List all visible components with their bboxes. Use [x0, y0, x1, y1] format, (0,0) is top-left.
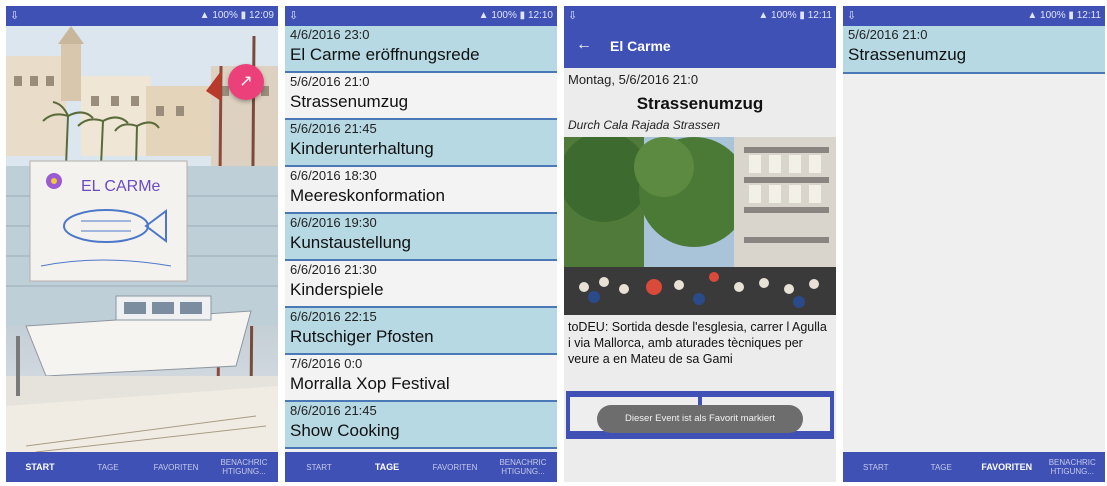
battery-icon: ▮ [1068, 10, 1074, 21]
toast-message: Dieser Event ist als Favorit markiert [597, 405, 803, 433]
battery-icon: ▮ [519, 10, 526, 21]
signal-icon: ▲ [758, 10, 769, 21]
status-bar: ⇩ ▲ 100% ▮ 12:11 [564, 6, 836, 26]
fab-button[interactable]: ↗ [228, 64, 264, 100]
start-screen: ⇩ ▲ 100% ▮ 12:09 EL CARMe ↗ START TAGE F… [6, 6, 278, 482]
bottom-navigation: START TAGE FAVORITEN BENACHRIC HTIGUNG..… [6, 452, 278, 482]
event-title: Rutschiger Pfosten [290, 327, 434, 346]
event-date: 5/6/2016 21:0 [290, 74, 370, 89]
list-item[interactable]: 6/6/2016 18:30 Meereskonformation [285, 167, 557, 214]
list-item[interactable]: 5/6/2016 21:45 Kinderunterhaltung [285, 120, 557, 167]
bottom-navigation: START TAGE FAVORITEN BENACHRIC HTIGUNG..… [285, 452, 557, 482]
event-title: Kinderspiele [290, 280, 384, 299]
download-icon: ⇩ [10, 10, 20, 22]
street-photo [564, 137, 836, 315]
list-item[interactable]: 8/6/2016 21:45 Show Cooking [285, 402, 557, 449]
clock: 12:11 [807, 10, 832, 21]
nav-tage[interactable]: TAGE [74, 463, 142, 472]
nav-benachrichtigung[interactable]: BENACHRIC HTIGUNG... [210, 458, 278, 476]
event-date: 6/6/2016 22:15 [290, 309, 377, 324]
event-detail-screen: ⇩ ▲ 100% ▮ 12:11 ← El Carme Montag, 5/6/… [564, 6, 836, 482]
event-subtitle: Durch Cala Rajada Strassen [568, 118, 721, 132]
el-carme-painting: EL CARMe ↗ [6, 26, 278, 452]
status-bar: ⇩ ▲ 100% ▮ 12:10 [285, 6, 557, 26]
nav-start[interactable]: START [843, 463, 909, 472]
battery-text: 100% [212, 10, 238, 21]
event-title: Strassenumzug [290, 92, 409, 111]
event-title: Morralla Xop Festival [290, 374, 450, 393]
nav-favoriten[interactable]: FAVORITEN [142, 463, 210, 472]
tage-screen: ⇩ ▲ 100% ▮ 12:10 4/6/2016 23:0 El Carme … [285, 6, 557, 482]
list-item[interactable]: 6/6/2016 21:30 Kinderspiele [285, 261, 557, 308]
clock: 12:11 [1076, 10, 1101, 21]
event-description: toDEU: Sortida desde l'esglesia, carrer … [568, 320, 827, 366]
battery-icon: ▮ [799, 10, 805, 21]
event-title: Show Cooking [290, 421, 400, 440]
nav-start[interactable]: START [6, 462, 74, 472]
list-item[interactable]: 6/6/2016 19:30 Kunstaustellung [285, 214, 557, 261]
battery-text: 100% [491, 10, 517, 21]
nav-tage[interactable]: TAGE [909, 463, 975, 472]
painting-text: EL CARMe [81, 178, 161, 195]
event-title: El Carme eröffnungsrede [290, 45, 480, 64]
nav-benachrichtigung[interactable]: BENACHRIC HTIGUNG... [489, 458, 557, 476]
clock: 12:09 [248, 10, 274, 21]
status-bar: ⇩ ▲ 100% ▮ 12:11 [843, 6, 1105, 26]
app-bar: ← El Carme [564, 26, 836, 68]
status-bar: ⇩ ▲ 100% ▮ 12:09 [6, 6, 278, 26]
event-date: 5/6/2016 21:45 [290, 121, 377, 136]
event-title: Strassenumzug [636, 94, 764, 113]
signal-icon: ▲ [478, 10, 489, 21]
app-bar-title: El Carme [610, 38, 671, 54]
event-title: Kinderunterhaltung [290, 139, 434, 158]
list-item[interactable]: 6/6/2016 22:15 Rutschiger Pfosten [285, 308, 557, 355]
battery-text: 100% [1040, 10, 1066, 21]
event-list: 4/6/2016 23:0 El Carme eröffnungsrede 5/… [285, 26, 557, 452]
signal-icon: ▲ [199, 10, 210, 21]
download-icon: ⇩ [847, 10, 857, 22]
nav-benachrichtigung[interactable]: BENACHRIC HTIGUNG... [1040, 458, 1106, 476]
download-icon: ⇩ [568, 10, 578, 22]
battery-text: 100% [771, 10, 797, 21]
list-item[interactable]: 5/6/2016 21:0 Strassenumzug [285, 73, 557, 120]
event-date: 4/6/2016 23:0 [290, 27, 370, 42]
bottom-navigation: START TAGE FAVORITEN BENACHRIC HTIGUNG..… [843, 452, 1105, 482]
event-title: Strassenumzug [848, 45, 967, 64]
event-date: 6/6/2016 19:30 [290, 215, 377, 230]
list-item[interactable]: 4/6/2016 23:0 El Carme eröffnungsrede [285, 26, 557, 73]
event-date: Montag, 5/6/2016 21:0 [568, 72, 699, 87]
nav-start[interactable]: START [285, 463, 353, 472]
back-arrow-icon[interactable]: ← [576, 36, 592, 54]
favorite-list-item[interactable]: 5/6/2016 21:0 Strassenumzug [843, 26, 1105, 74]
event-title: Meereskonformation [290, 186, 445, 205]
list-item[interactable]: 7/6/2016 0:0 Morralla Xop Festival [285, 355, 557, 402]
clock: 12:10 [527, 10, 553, 21]
event-date: 5/6/2016 21:0 [848, 27, 928, 42]
download-icon: ⇩ [289, 10, 299, 22]
event-date: 6/6/2016 18:30 [290, 168, 377, 183]
event-photo [564, 137, 836, 315]
battery-icon: ▮ [240, 10, 247, 21]
event-date: 6/6/2016 21:30 [290, 262, 377, 277]
signal-icon: ▲ [1027, 10, 1038, 21]
event-date: 7/6/2016 0:0 [290, 356, 363, 371]
event-title: Kunstaustellung [290, 233, 411, 252]
nav-favoriten[interactable]: FAVORITEN [421, 463, 489, 472]
arrow-icon: ↗ [239, 73, 253, 90]
nav-tage[interactable]: TAGE [353, 462, 421, 472]
favoriten-screen: ⇩ ▲ 100% ▮ 12:11 5/6/2016 21:0 Strassenu… [843, 6, 1105, 482]
event-date: 8/6/2016 21:45 [290, 403, 377, 418]
nav-favoriten[interactable]: FAVORITEN [974, 462, 1040, 472]
